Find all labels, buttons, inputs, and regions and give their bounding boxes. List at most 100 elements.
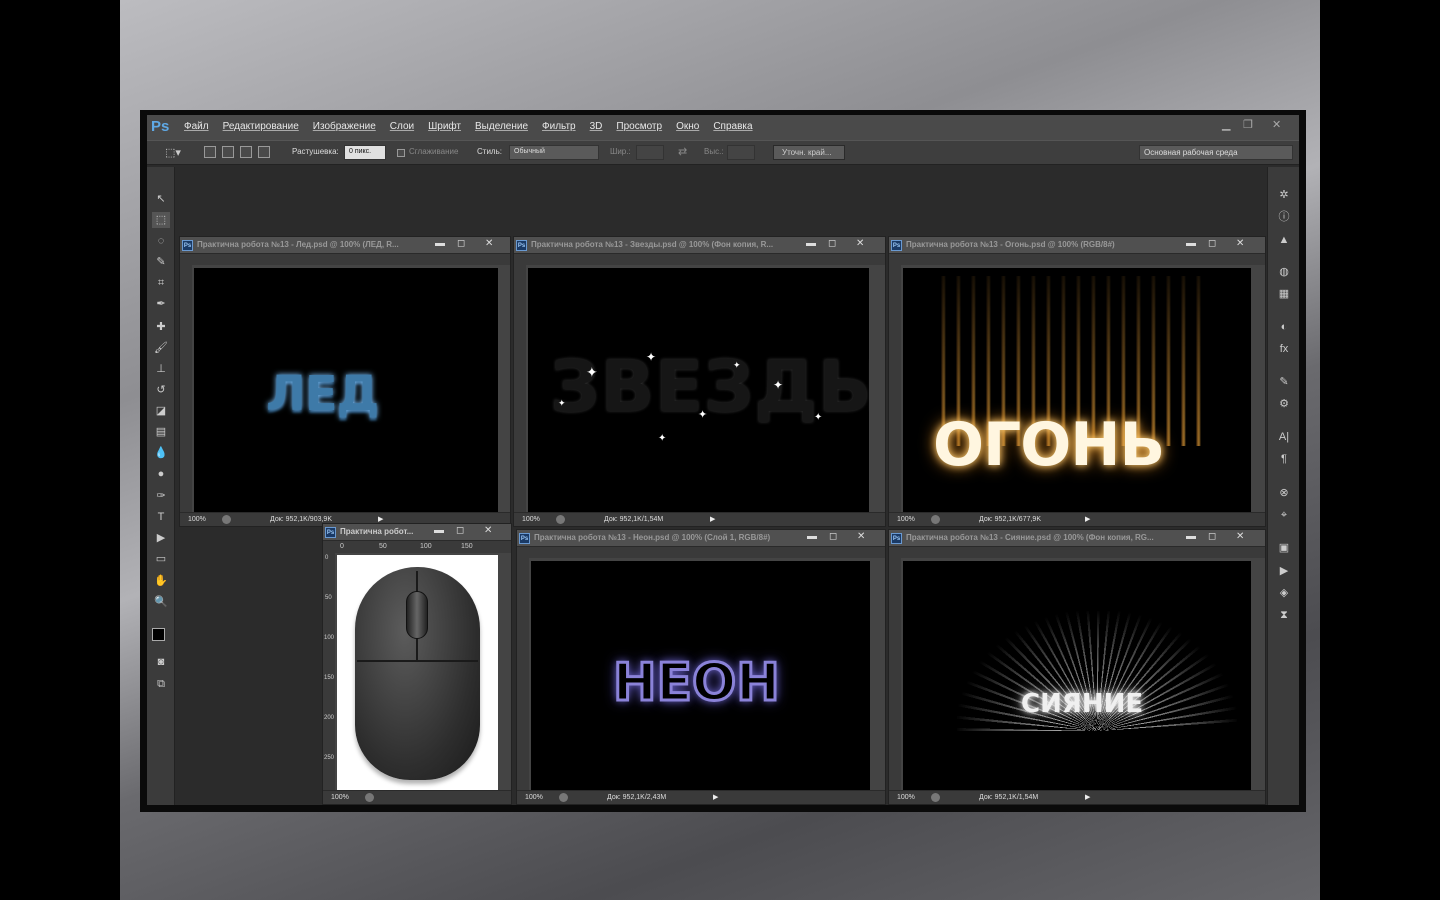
doc-maximize-icon[interactable]: ◻ xyxy=(457,238,465,249)
feather-input[interactable]: 0 пикс. xyxy=(344,145,386,160)
type-tool-icon[interactable]: T xyxy=(152,509,170,525)
brush-presets-icon[interactable]: ✎ xyxy=(1276,374,1292,390)
status-menu-icon[interactable] xyxy=(222,515,231,524)
layers-icon[interactable]: ◈ xyxy=(1276,585,1292,601)
eyedropper-tool-icon[interactable]: ✒ xyxy=(152,296,170,312)
character-icon[interactable]: A| xyxy=(1276,429,1292,445)
shape-tool-icon[interactable]: ▭ xyxy=(152,551,170,567)
doc-close-icon[interactable]: ✕ xyxy=(1236,238,1244,249)
subtract-selection-icon[interactable] xyxy=(240,146,252,158)
menu-view[interactable]: Просмотр xyxy=(616,121,662,132)
doc-window-fire[interactable]: Ps Практична робота №13 - Огонь.psd @ 10… xyxy=(888,236,1266,527)
crop-tool-icon[interactable]: ⌗ xyxy=(152,275,170,291)
doc-titlebar[interactable]: Ps Практична робота №13 - Неон.psd @ 100… xyxy=(517,530,885,547)
color-icon[interactable]: ◍ xyxy=(1276,264,1292,280)
doc-maximize-icon[interactable]: ◻ xyxy=(828,238,836,249)
layer-comps-icon[interactable]: ▣ xyxy=(1276,540,1292,556)
minimize-icon[interactable]: ▁ xyxy=(1222,118,1230,131)
doc-minimize-icon[interactable]: ▬ xyxy=(435,238,445,249)
status-menu-icon[interactable] xyxy=(559,793,568,802)
doc-window-stars[interactable]: Ps Практична робота №13 - Звезды.psd @ 1… xyxy=(513,236,886,527)
doc-minimize-icon[interactable]: ▬ xyxy=(434,525,444,536)
doc-canvas[interactable]: ОГОНЬ xyxy=(903,268,1251,512)
doc-canvas[interactable]: ЛЕД xyxy=(194,268,498,512)
styles-icon[interactable]: fx xyxy=(1276,341,1292,357)
workspace-select[interactable]: Основная рабочая среда xyxy=(1139,145,1293,160)
swap-icon[interactable]: ⇄ xyxy=(678,145,687,158)
status-menu-icon[interactable] xyxy=(931,793,940,802)
foreground-color-swatch[interactable] xyxy=(152,628,165,641)
eraser-tool-icon[interactable]: ◪ xyxy=(152,403,170,419)
doc-window-ice[interactable]: Ps Практична робота №13 - Лед.psd @ 100%… xyxy=(179,236,511,527)
menu-select[interactable]: Выделение xyxy=(475,121,528,132)
refine-edge-button[interactable]: Уточн. край... xyxy=(773,145,845,160)
menu-layers[interactable]: Слои xyxy=(390,121,414,132)
menu-image[interactable]: Изображение xyxy=(313,121,376,132)
dodge-tool-icon[interactable]: ● xyxy=(152,466,170,482)
marquee-preset-icon[interactable]: ⬚▾ xyxy=(165,146,181,159)
navigator-icon[interactable]: ✲ xyxy=(1276,187,1292,203)
histogram-icon[interactable]: ▲ xyxy=(1276,232,1292,248)
intersect-selection-icon[interactable] xyxy=(258,146,270,158)
restore-icon[interactable]: ❐ xyxy=(1243,118,1253,131)
doc-titlebar[interactable]: Ps Практична робот... ▬ ◻ ✕ xyxy=(323,524,511,541)
status-arrow-icon[interactable]: ▶ xyxy=(1085,793,1090,801)
doc-canvas[interactable]: НЕОН xyxy=(531,561,870,790)
paths-icon[interactable]: ⌖ xyxy=(1276,507,1292,523)
doc-close-icon[interactable]: ✕ xyxy=(1236,531,1244,542)
stamp-tool-icon[interactable]: ⊥ xyxy=(152,361,170,377)
height-input[interactable] xyxy=(727,145,755,160)
menu-help[interactable]: Справка xyxy=(713,121,752,132)
status-arrow-icon[interactable]: ▶ xyxy=(710,515,715,523)
status-arrow-icon[interactable]: ▶ xyxy=(713,793,718,801)
doc-minimize-icon[interactable]: ▬ xyxy=(807,531,817,542)
status-menu-icon[interactable] xyxy=(556,515,565,524)
history-brush-icon[interactable]: ↺ xyxy=(152,382,170,398)
menu-filter[interactable]: Фильтр xyxy=(542,121,576,132)
hand-tool-icon[interactable]: ✋ xyxy=(152,573,170,589)
new-selection-icon[interactable] xyxy=(204,146,216,158)
doc-close-icon[interactable]: ✕ xyxy=(484,525,492,536)
status-arrow-icon[interactable]: ▶ xyxy=(1085,515,1090,523)
adjustments-icon[interactable]: ◐ xyxy=(1276,319,1292,335)
doc-minimize-icon[interactable]: ▬ xyxy=(806,238,816,249)
doc-maximize-icon[interactable]: ◻ xyxy=(1208,238,1216,249)
doc-minimize-icon[interactable]: ▬ xyxy=(1186,531,1196,542)
width-input[interactable] xyxy=(636,145,664,160)
paragraph-icon[interactable]: ¶ xyxy=(1276,451,1292,467)
doc-minimize-icon[interactable]: ▬ xyxy=(1186,238,1196,249)
doc-close-icon[interactable]: ✕ xyxy=(856,238,864,249)
quick-mask-icon[interactable]: ◙ xyxy=(152,654,170,670)
blur-tool-icon[interactable]: 💧 xyxy=(152,445,170,461)
path-select-icon[interactable]: ▶ xyxy=(152,530,170,546)
status-arrow-icon[interactable]: ▶ xyxy=(378,515,383,523)
doc-maximize-icon[interactable]: ◻ xyxy=(1208,531,1216,542)
antialias-checkbox[interactable] xyxy=(397,149,405,157)
doc-canvas[interactable]: ЗВЕЗДЫ ✦ ✦ ✦ ✦ ✦ ✦ ✦ ✦ xyxy=(528,268,869,512)
doc-close-icon[interactable]: ✕ xyxy=(485,238,493,249)
doc-titlebar[interactable]: Ps Практична робота №13 - Сияние.psd @ 1… xyxy=(889,530,1265,547)
pen-tool-icon[interactable]: ✑ xyxy=(152,488,170,504)
marquee-tool-icon[interactable]: ⬚ xyxy=(152,212,170,228)
healing-brush-icon[interactable]: ✚ xyxy=(152,319,170,335)
add-selection-icon[interactable] xyxy=(222,146,234,158)
gradient-tool-icon[interactable]: ▤ xyxy=(152,424,170,440)
info-icon[interactable]: ⓘ xyxy=(1276,209,1292,225)
tool-presets-icon[interactable]: ⚙ xyxy=(1276,396,1292,412)
doc-window-mouse[interactable]: Ps Практична робот... ▬ ◻ ✕ 0 50 100 150… xyxy=(322,523,512,805)
menu-type[interactable]: Шрифт xyxy=(428,121,461,132)
doc-maximize-icon[interactable]: ◻ xyxy=(456,525,464,536)
doc-titlebar[interactable]: Ps Практична робота №13 - Лед.psd @ 100%… xyxy=(180,237,510,254)
close-icon[interactable]: ✕ xyxy=(1272,118,1281,131)
menu-file[interactable]: Файл xyxy=(184,121,209,132)
style-select[interactable]: Обычный xyxy=(509,145,599,160)
screen-mode-icon[interactable]: ⧉ xyxy=(152,676,170,692)
doc-titlebar[interactable]: Ps Практична робота №13 - Звезды.psd @ 1… xyxy=(514,237,885,254)
zoom-tool-icon[interactable]: 🔍 xyxy=(152,594,170,610)
menu-3d[interactable]: 3D xyxy=(590,121,603,132)
quick-select-tool-icon[interactable]: ✎ xyxy=(152,254,170,270)
doc-titlebar[interactable]: Ps Практична робота №13 - Огонь.psd @ 10… xyxy=(889,237,1265,254)
doc-maximize-icon[interactable]: ◻ xyxy=(829,531,837,542)
lasso-tool-icon[interactable]: ◌ xyxy=(152,233,170,249)
doc-window-shine[interactable]: Ps Практична робота №13 - Сияние.psd @ 1… xyxy=(888,529,1266,805)
